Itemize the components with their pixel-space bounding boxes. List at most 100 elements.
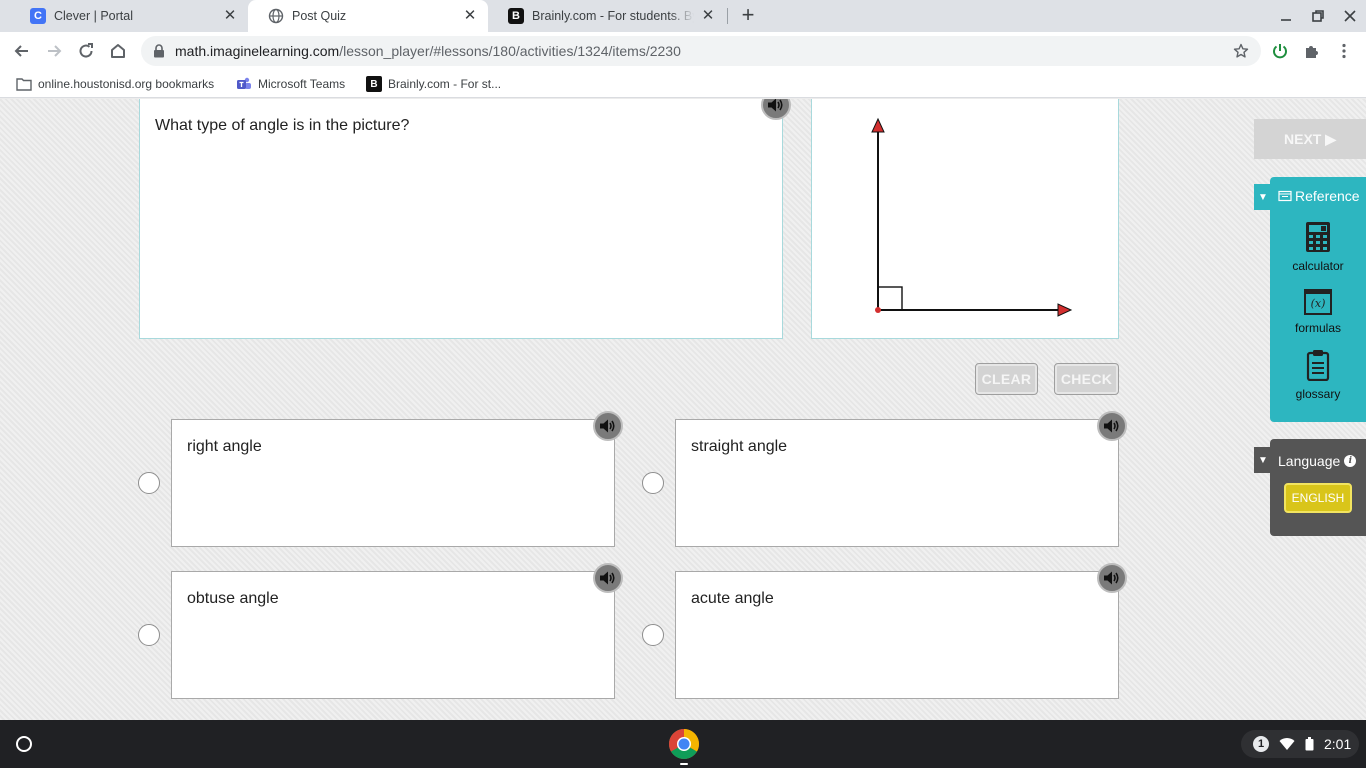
reference-glossary[interactable]: glossary bbox=[1270, 349, 1366, 401]
info-icon[interactable]: i bbox=[1344, 455, 1357, 467]
radio-straight-angle[interactable] bbox=[642, 472, 664, 494]
reference-item-label: formulas bbox=[1294, 321, 1341, 335]
radio-acute-angle[interactable] bbox=[642, 624, 664, 646]
bookmark-label: Brainly.com - For st... bbox=[388, 77, 502, 91]
lesson-player: What type of angle is in the picture? CL… bbox=[0, 99, 1366, 720]
bookmark-star-icon[interactable] bbox=[1233, 43, 1249, 59]
tab-post-quiz[interactable]: Post Quiz ✕ bbox=[248, 0, 488, 32]
chrome-app-icon[interactable] bbox=[668, 728, 700, 760]
formula-glyph: (x) bbox=[1310, 297, 1326, 310]
language-header[interactable]: Language i bbox=[1278, 453, 1357, 469]
reference-item-label: glossary bbox=[1295, 387, 1341, 401]
new-tab-button[interactable]: + bbox=[738, 4, 758, 26]
bookmark-brainly[interactable]: B Brainly.com - For st... bbox=[366, 76, 501, 92]
clever-icon: C bbox=[30, 8, 46, 24]
next-button[interactable]: NEXT ▶ bbox=[1254, 119, 1366, 159]
arrow-right-icon bbox=[1057, 303, 1073, 317]
tab-title: Brainly.com - For students. By st bbox=[532, 9, 694, 23]
tab-brainly[interactable]: B Brainly.com - For students. By st ✕ bbox=[488, 0, 726, 32]
speaker-icon bbox=[600, 571, 615, 585]
choice-label: straight angle bbox=[691, 438, 788, 455]
question-panel: What type of angle is in the picture? bbox=[139, 99, 791, 339]
speaker-icon bbox=[1104, 419, 1119, 433]
running-indicator bbox=[680, 763, 688, 765]
url-path: /lesson_player/#lessons/180/activities/1… bbox=[339, 43, 681, 59]
formula-icon: (x) bbox=[1304, 289, 1332, 315]
brainly-icon: B bbox=[508, 8, 524, 24]
browser-toolbar: math.imaginelearning.com/lesson_player/#… bbox=[0, 32, 1366, 70]
power-extension-icon[interactable] bbox=[1270, 41, 1290, 61]
extensions-puzzle-icon[interactable] bbox=[1302, 41, 1322, 61]
reference-book-icon bbox=[1278, 190, 1292, 202]
clear-button[interactable]: CLEAR bbox=[975, 363, 1038, 395]
choice-acute-angle[interactable]: acute angle bbox=[675, 563, 1127, 699]
radio-obtuse-angle[interactable] bbox=[138, 624, 160, 646]
menu-kebab-icon[interactable] bbox=[1334, 41, 1354, 61]
reference-header[interactable]: Reference bbox=[1278, 188, 1360, 204]
tab-title: Post Quiz bbox=[292, 9, 347, 23]
reference-collapse-toggle[interactable]: ▼ bbox=[1254, 184, 1272, 210]
home-icon[interactable] bbox=[106, 39, 130, 63]
close-icon[interactable]: ✕ bbox=[462, 8, 478, 24]
choice-obtuse-angle[interactable]: obtuse angle bbox=[171, 563, 623, 699]
right-angle-diagram bbox=[871, 117, 1073, 317]
choice-audio-button[interactable] bbox=[1097, 563, 1127, 593]
speaker-icon bbox=[1104, 571, 1119, 585]
notification-count[interactable]: 1 bbox=[1253, 736, 1269, 752]
choice-label: obtuse angle bbox=[187, 590, 279, 607]
calculator-icon bbox=[1306, 222, 1330, 252]
choice-audio-button[interactable] bbox=[593, 411, 623, 441]
status-tray[interactable]: 1 2:01 bbox=[1241, 730, 1359, 758]
window-close-icon[interactable] bbox=[1340, 6, 1360, 26]
choice-straight-angle[interactable]: straight angle bbox=[675, 411, 1127, 547]
battery-icon bbox=[1305, 737, 1314, 751]
wifi-icon bbox=[1279, 738, 1295, 750]
reference-panel: Reference calculator (x) formulas glossa… bbox=[1270, 177, 1366, 422]
teams-icon bbox=[236, 76, 252, 92]
os-shelf: 1 2:01 bbox=[0, 720, 1366, 768]
tab-strip: C Clever | Portal ✕ Post Quiz ✕ B Brainl… bbox=[0, 0, 1366, 32]
launcher-icon[interactable] bbox=[16, 736, 32, 752]
radio-right-angle[interactable] bbox=[138, 472, 160, 494]
reference-formulas[interactable]: (x) formulas bbox=[1270, 289, 1366, 335]
close-icon[interactable]: ✕ bbox=[222, 8, 238, 24]
language-title: Language bbox=[1278, 453, 1341, 469]
triangle-down-icon: ▼ bbox=[1258, 191, 1268, 203]
vertex-point bbox=[875, 307, 881, 313]
tab-clever[interactable]: C Clever | Portal ✕ bbox=[10, 0, 248, 32]
english-language-button[interactable]: ENGLISH bbox=[1284, 483, 1352, 513]
check-button[interactable]: CHECK bbox=[1054, 363, 1119, 395]
choice-audio-button[interactable] bbox=[1097, 411, 1127, 441]
clock-time[interactable]: 2:01 bbox=[1324, 736, 1351, 752]
tab-divider bbox=[727, 8, 728, 24]
bookmark-houstonisd[interactable]: online.houstonisd.org bookmarks bbox=[16, 76, 214, 92]
triangle-down-icon: ▼ bbox=[1258, 454, 1268, 466]
restore-icon[interactable] bbox=[1308, 6, 1328, 26]
question-audio-button[interactable] bbox=[761, 99, 791, 120]
reference-title: Reference bbox=[1295, 188, 1360, 204]
globe-icon bbox=[268, 8, 284, 24]
reload-icon[interactable] bbox=[74, 39, 98, 63]
back-icon[interactable] bbox=[10, 39, 34, 63]
clipboard-icon bbox=[1306, 350, 1330, 381]
bookmark-teams[interactable]: Microsoft Teams bbox=[236, 76, 345, 92]
reference-calculator[interactable]: calculator bbox=[1270, 221, 1366, 273]
address-bar[interactable]: math.imaginelearning.com/lesson_player/#… bbox=[141, 36, 1261, 66]
language-panel: Language i ENGLISH bbox=[1270, 439, 1366, 536]
bookmark-label: Microsoft Teams bbox=[258, 77, 346, 91]
tab-title: Clever | Portal bbox=[54, 9, 133, 23]
choice-audio-button[interactable] bbox=[593, 563, 623, 593]
angle-figure-panel bbox=[811, 99, 1119, 339]
folder-icon bbox=[16, 76, 32, 92]
lock-icon[interactable] bbox=[153, 44, 167, 58]
arrow-up-icon bbox=[871, 117, 885, 133]
language-collapse-toggle[interactable]: ▼ bbox=[1254, 447, 1272, 473]
minimize-icon[interactable] bbox=[1276, 6, 1296, 26]
forward-icon[interactable] bbox=[42, 39, 66, 63]
bookmarks-bar: online.houstonisd.org bookmarks Microsof… bbox=[0, 70, 1366, 98]
reference-item-label: calculator bbox=[1292, 259, 1344, 273]
choice-right-angle[interactable]: right angle bbox=[171, 411, 623, 547]
question-text: What type of angle is in the picture? bbox=[155, 117, 410, 134]
close-icon[interactable]: ✕ bbox=[700, 8, 716, 24]
speaker-icon bbox=[768, 99, 783, 112]
